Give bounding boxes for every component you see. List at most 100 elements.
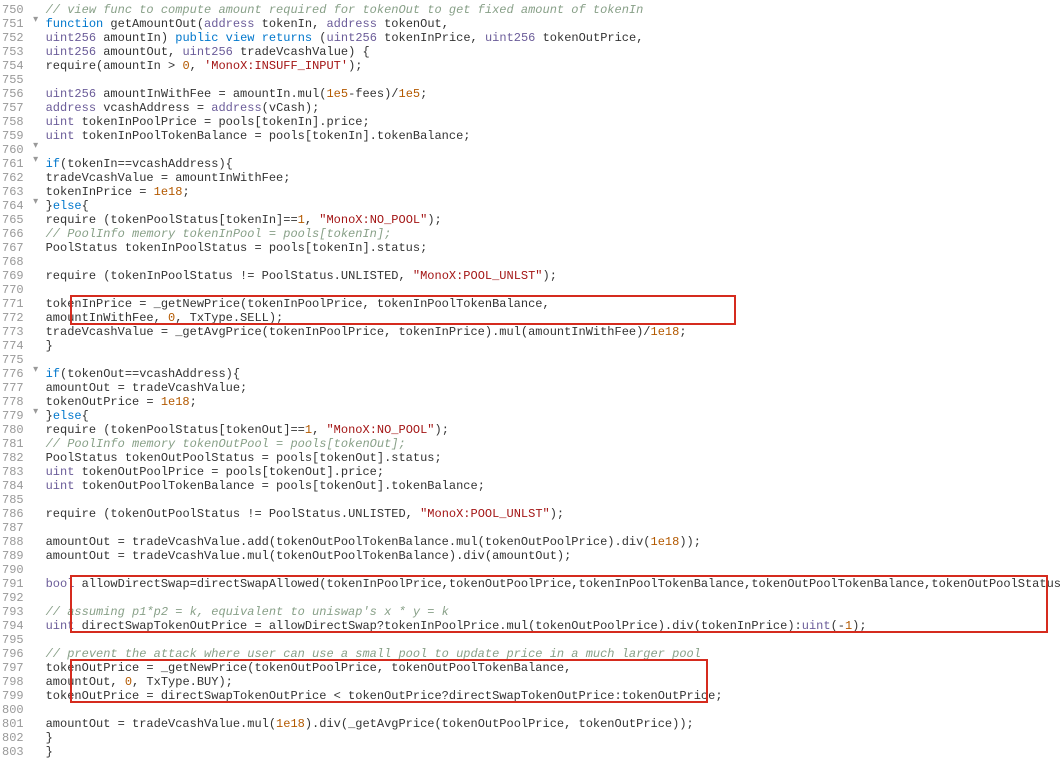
- fold-marker[interactable]: ▾: [30, 140, 42, 154]
- code-line[interactable]: tradeVcashValue = amountInWithFee;: [46, 170, 1060, 184]
- code-line[interactable]: require (tokenInPoolStatus != PoolStatus…: [46, 268, 1060, 282]
- code-line[interactable]: tokenInPrice = _getNewPrice(tokenInPoolP…: [46, 296, 1060, 310]
- code-line[interactable]: tokenOutPrice = 1e18;: [46, 394, 1060, 408]
- token-plain: amountOut = tradeVcashValue;: [46, 381, 248, 395]
- code-line[interactable]: // prevent the attack where user can use…: [46, 646, 1060, 660]
- code-line[interactable]: if(tokenIn==vcashAddress){: [46, 156, 1060, 170]
- code-line[interactable]: [46, 142, 1060, 156]
- code-line[interactable]: tokenInPrice = 1e18;: [46, 184, 1060, 198]
- code-line[interactable]: tokenOutPrice = directSwapTokenOutPrice …: [46, 688, 1060, 702]
- code-line[interactable]: require (tokenOutPoolStatus != PoolStatu…: [46, 506, 1060, 520]
- code-line[interactable]: }: [46, 338, 1060, 352]
- code-line[interactable]: amountOut = tradeVcashValue;: [46, 380, 1060, 394]
- line-number: 779: [2, 408, 24, 422]
- line-number-gutter: 7507517527537547557567577587597607617627…: [0, 0, 30, 760]
- token-plain: , TxType.SELL);: [175, 311, 283, 325]
- token-plain: ,: [190, 59, 204, 73]
- line-number: 770: [2, 282, 24, 296]
- code-line[interactable]: [46, 632, 1060, 646]
- fold-marker: [30, 70, 42, 84]
- code-line[interactable]: [46, 254, 1060, 268]
- code-line[interactable]: amountOut = tradeVcashValue.mul(tokenOut…: [46, 548, 1060, 562]
- code-line[interactable]: uint tokenInPoolTokenBalance = pools[tok…: [46, 128, 1060, 142]
- code-line[interactable]: [46, 282, 1060, 296]
- token-plain: tokenOutPrice = directSwapTokenOutPrice …: [46, 689, 723, 703]
- code-line[interactable]: [46, 520, 1060, 534]
- fold-marker: [30, 224, 42, 238]
- token-plain: (tokenIn==vcashAddress){: [60, 157, 233, 171]
- code-area[interactable]: // view func to compute amount required …: [42, 0, 1060, 760]
- code-line[interactable]: address vcashAddress = address(vCash);: [46, 100, 1060, 114]
- token-type: address: [326, 17, 376, 31]
- fold-marker[interactable]: ▾: [30, 154, 42, 168]
- code-line[interactable]: [46, 492, 1060, 506]
- token-number: 1e5: [326, 87, 348, 101]
- fold-marker[interactable]: ▾: [30, 406, 42, 420]
- code-line[interactable]: tokenOutPrice = _getNewPrice(tokenOutPoo…: [46, 660, 1060, 674]
- code-line[interactable]: [46, 562, 1060, 576]
- code-line[interactable]: uint directSwapTokenOutPrice = allowDire…: [46, 618, 1060, 632]
- code-line[interactable]: amountOut = tradeVcashValue.add(tokenOut…: [46, 534, 1060, 548]
- code-line[interactable]: if(tokenOut==vcashAddress){: [46, 366, 1060, 380]
- fold-marker[interactable]: ▾: [30, 196, 42, 210]
- line-number: 791: [2, 576, 24, 590]
- token-keyword: public: [175, 31, 218, 45]
- code-line[interactable]: uint256 amountInWithFee = amountIn.mul(1…: [46, 86, 1060, 100]
- code-line[interactable]: amountInWithFee, 0, TxType.SELL);: [46, 310, 1060, 324]
- code-line[interactable]: // PoolInfo memory tokenOutPool = pools[…: [46, 436, 1060, 450]
- code-line[interactable]: [46, 590, 1060, 604]
- code-line[interactable]: uint256 amountOut, uint256 tradeVcashVal…: [46, 44, 1060, 58]
- code-line[interactable]: }: [46, 744, 1060, 758]
- code-line[interactable]: PoolStatus tokenInPoolStatus = pools[tok…: [46, 240, 1060, 254]
- code-line[interactable]: amountOut, 0, TxType.BUY);: [46, 674, 1060, 688]
- token-type: uint: [46, 129, 75, 143]
- line-number: 762: [2, 170, 24, 184]
- token-plain: amountOut = tradeVcashValue.mul(: [46, 717, 276, 731]
- code-line[interactable]: require (tokenPoolStatus[tokenIn]==1, "M…: [46, 212, 1060, 226]
- fold-marker: [30, 476, 42, 490]
- fold-marker: [30, 420, 42, 434]
- code-line[interactable]: bool allowDirectSwap=directSwapAllowed(t…: [46, 576, 1060, 590]
- code-line[interactable]: require (tokenPoolStatus[tokenOut]==1, "…: [46, 422, 1060, 436]
- line-number: 773: [2, 324, 24, 338]
- token-string: "MonoX:POOL_UNLST": [420, 507, 550, 521]
- fold-marker[interactable]: ▾: [30, 14, 42, 28]
- code-line[interactable]: PoolStatus tokenOutPoolStatus = pools[to…: [46, 450, 1060, 464]
- code-line[interactable]: // PoolInfo memory tokenInPool = pools[t…: [46, 226, 1060, 240]
- token-plain: ;: [679, 325, 686, 339]
- line-number: 788: [2, 534, 24, 548]
- code-line[interactable]: uint tokenOutPoolPrice = pools[tokenOut]…: [46, 464, 1060, 478]
- line-number: 780: [2, 422, 24, 436]
- token-plain: ;: [182, 185, 189, 199]
- code-line[interactable]: require(amountIn > 0, 'MonoX:INSUFF_INPU…: [46, 58, 1060, 72]
- fold-marker: [30, 532, 42, 546]
- code-line[interactable]: // assuming p1*p2 = k, equivalent to uni…: [46, 604, 1060, 618]
- code-line[interactable]: function getAmountOut(address tokenIn, a…: [46, 16, 1060, 30]
- code-line[interactable]: amountOut = tradeVcashValue.mul(1e18).di…: [46, 716, 1060, 730]
- fold-marker: [30, 182, 42, 196]
- code-line[interactable]: uint tokenOutPoolTokenBalance = pools[to…: [46, 478, 1060, 492]
- fold-marker: [30, 672, 42, 686]
- code-line[interactable]: [46, 352, 1060, 366]
- code-line[interactable]: tradeVcashValue = _getAvgPrice(tokenInPo…: [46, 324, 1060, 338]
- code-line[interactable]: [46, 72, 1060, 86]
- line-number: 761: [2, 156, 24, 170]
- line-number: 750: [2, 2, 24, 16]
- token-number: 1: [298, 213, 305, 227]
- token-plain: directSwapTokenOutPrice = allowDirectSwa…: [74, 619, 801, 633]
- code-line[interactable]: }: [46, 730, 1060, 744]
- fold-marker: [30, 700, 42, 714]
- fold-marker[interactable]: ▾: [30, 364, 42, 378]
- code-line[interactable]: }else{: [46, 198, 1060, 212]
- code-line[interactable]: // view func to compute amount required …: [46, 2, 1060, 16]
- token-plain: ).div(_getAvgPrice(tokenOutPoolPrice, to…: [305, 717, 694, 731]
- code-line[interactable]: uint tokenInPoolPrice = pools[tokenIn].p…: [46, 114, 1060, 128]
- fold-marker: [30, 588, 42, 602]
- line-number: 767: [2, 240, 24, 254]
- code-line[interactable]: [46, 702, 1060, 716]
- token-plain: tokenOutPoolTokenBalance = pools[tokenOu…: [74, 479, 484, 493]
- code-line[interactable]: }else{: [46, 408, 1060, 422]
- token-type: uint: [46, 479, 75, 493]
- line-number: 778: [2, 394, 24, 408]
- code-line[interactable]: uint256 amountIn) public view returns (u…: [46, 30, 1060, 44]
